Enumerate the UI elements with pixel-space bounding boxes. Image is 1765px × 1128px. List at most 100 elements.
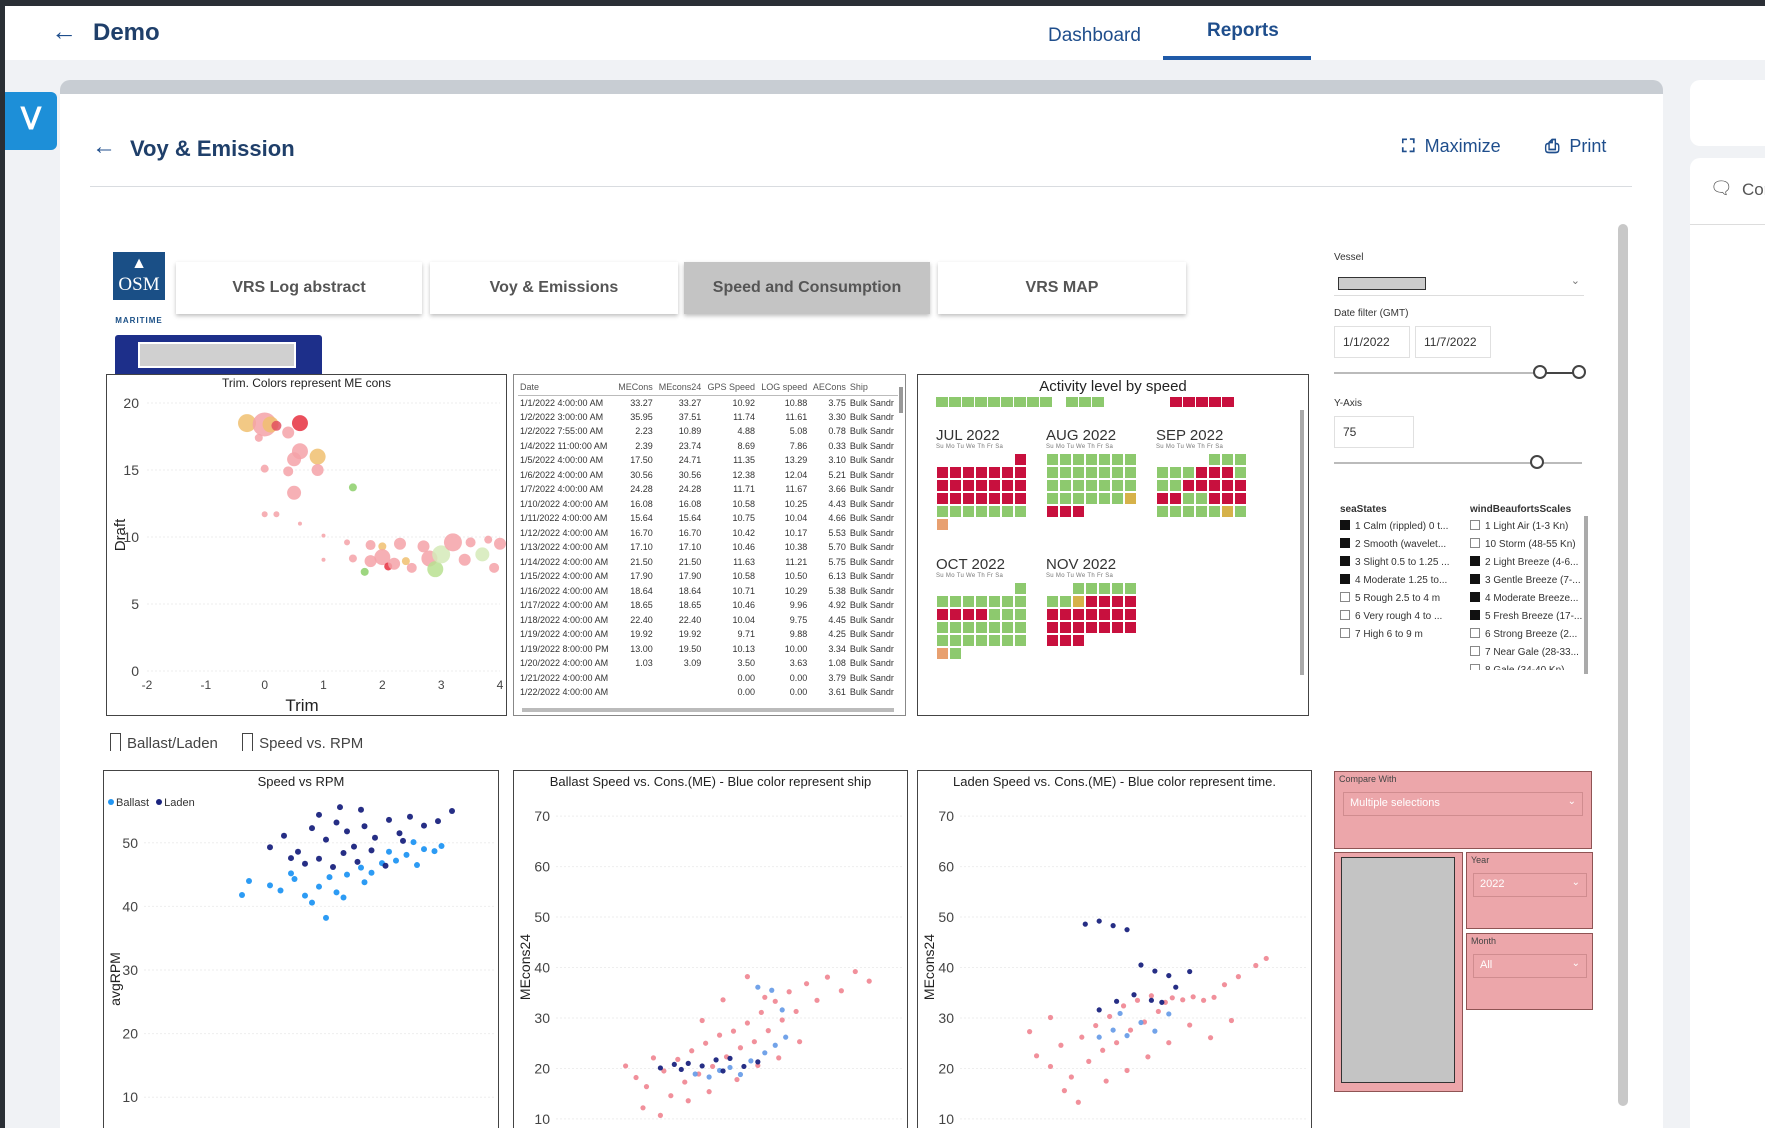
table-row[interactable]: 1/10/2022 4:00:00 AM 16.08 16.08 10.58 10.25… (518, 497, 898, 512)
yaxis-input[interactable]: 75 (1334, 416, 1414, 448)
calendar-day-cell[interactable] (975, 595, 988, 608)
calendar-day-cell[interactable] (1046, 621, 1059, 634)
compare-with-dropdown[interactable]: Multiple selections ⌄ (1343, 792, 1583, 816)
calendar-day-cell[interactable] (1169, 505, 1182, 518)
scatter-point[interactable] (287, 452, 302, 467)
page-tab-voy-emissions[interactable]: Voy & Emissions (430, 262, 678, 314)
scatter-point[interactable] (368, 869, 375, 876)
calendar-day-cell[interactable] (1182, 466, 1195, 479)
calendar-day-cell[interactable] (949, 608, 962, 621)
calendar-day-cell[interactable] (988, 466, 1001, 479)
library-icon[interactable]: Ⅴ (5, 92, 57, 150)
checkbox-icon[interactable] (1470, 646, 1480, 656)
calendar-day-cell[interactable] (1001, 466, 1014, 479)
scatter-point[interactable] (288, 870, 294, 877)
table-row[interactable]: 1/15/2022 4:00:00 AM 17.90 17.90 10.58 10.50… (518, 569, 898, 584)
scatter-point[interactable] (772, 998, 778, 1004)
scatter-point[interactable] (323, 914, 329, 921)
scatter-point[interactable] (866, 978, 872, 984)
scatter-point[interactable] (1235, 974, 1241, 980)
calendar-day-cell[interactable] (962, 479, 975, 492)
calendar-day-cell[interactable] (1208, 453, 1221, 466)
tab-dashboard[interactable]: Dashboard (1048, 25, 1141, 47)
calendar-day-cell[interactable] (962, 608, 975, 621)
scatter-point[interactable] (1096, 918, 1102, 924)
scatter-point[interactable] (786, 989, 792, 995)
scatter-point[interactable] (1134, 997, 1141, 1003)
calendar-day-cell[interactable] (1001, 608, 1014, 621)
checkbox-icon[interactable] (1340, 610, 1350, 620)
calendar-day-cell[interactable] (1001, 595, 1014, 608)
table-row[interactable]: 1/20/2022 4:00:00 AM 1.03 3.09 3.50 3.63 1.08… (518, 656, 898, 671)
scatter-point[interactable] (431, 848, 438, 855)
calendar-day-cell[interactable] (1098, 582, 1111, 595)
calendar-day-cell[interactable] (1208, 479, 1221, 492)
scatter-point[interactable] (1148, 993, 1154, 999)
scatter-point[interactable] (333, 889, 340, 896)
calendar-day-cell[interactable] (1072, 453, 1085, 466)
table-row[interactable]: 1/13/2022 4:00:00 AM 17.10 17.10 10.46 10.38… (518, 540, 898, 555)
scatter-point[interactable] (1180, 997, 1186, 1003)
scatter-point[interactable] (1082, 921, 1088, 927)
calendar-day-cell[interactable] (1221, 492, 1234, 505)
calendar-day-cell[interactable] (1098, 492, 1111, 505)
calendar-day-cell[interactable] (1066, 397, 1078, 407)
scatter-point[interactable] (323, 836, 329, 843)
calendar-day-cell[interactable] (1014, 595, 1027, 608)
calendar-day-cell[interactable] (1046, 453, 1059, 466)
scatter-point[interactable] (277, 887, 284, 894)
calendar-day-cell[interactable] (936, 397, 948, 407)
calendar-day-cell[interactable] (1098, 479, 1111, 492)
table-row[interactable]: 1/16/2022 4:00:00 AM 18.64 18.64 10.71 10.29… (518, 584, 898, 599)
calendar-day-cell[interactable] (936, 492, 949, 505)
scatter-point[interactable] (1061, 1088, 1067, 1094)
calendar-day-cell[interactable] (988, 634, 1001, 647)
calendar-day-cell[interactable] (1169, 479, 1182, 492)
scatter-point[interactable] (484, 535, 493, 544)
scatter-point[interactable] (699, 1017, 705, 1024)
calendar-day-cell[interactable] (1059, 453, 1072, 466)
activity-calendar[interactable]: Activity level by speed JUL 2022 Su Mo Tu… (917, 374, 1309, 716)
calendar-day-cell[interactable] (988, 608, 1001, 621)
scatter-point[interactable] (1096, 1034, 1102, 1040)
table-column-header[interactable]: Date (518, 379, 615, 396)
scatter-point[interactable] (333, 819, 340, 826)
scatter-point[interactable] (321, 557, 326, 562)
scatter-point[interactable] (779, 1007, 785, 1013)
table-column-header[interactable]: LOG speed (757, 379, 810, 396)
page-tab-vrs-log-abstract[interactable]: VRS Log abstract (176, 262, 422, 314)
calendar-day-cell[interactable] (975, 397, 987, 407)
scatter-point[interactable] (640, 1105, 646, 1111)
scatter-point[interactable] (330, 863, 336, 870)
filter-checkbox-item[interactable]: 2 Light Breeze (4-6... (1470, 556, 1586, 574)
tab-reports[interactable]: Reports (1207, 20, 1279, 42)
scatter-point[interactable] (1148, 997, 1154, 1003)
scatter-point[interactable] (1107, 1013, 1113, 1020)
scatter-point[interactable] (727, 1055, 733, 1061)
scatter-point[interactable] (720, 997, 726, 1003)
calendar-day-cell[interactable] (1169, 466, 1182, 479)
scatter-point[interactable] (1047, 1063, 1054, 1070)
scatter-point[interactable] (803, 981, 810, 987)
table-row[interactable]: 1/14/2022 4:00:00 AM 21.50 21.50 11.63 11.21… (518, 555, 898, 570)
calendar-day-cell[interactable] (975, 466, 988, 479)
calendar-day-cell[interactable] (1014, 397, 1026, 407)
calendar-day-cell[interactable] (975, 634, 988, 647)
calendar-day-cell[interactable] (1221, 453, 1234, 466)
checkbox-icon[interactable] (1470, 664, 1480, 670)
scatter-point[interactable] (365, 540, 376, 551)
calendar-day-cell[interactable] (1156, 505, 1169, 518)
scatter-point[interactable] (1211, 994, 1217, 1000)
calendar-day-cell[interactable] (936, 647, 949, 660)
calendar-day-cell[interactable] (1124, 608, 1137, 621)
scatter-point[interactable] (1190, 994, 1196, 1000)
calendar-day-cell[interactable] (962, 595, 975, 608)
checkbox-icon[interactable] (1470, 520, 1480, 530)
scatter-point[interactable] (755, 1059, 761, 1065)
comments-label[interactable]: Cor (1742, 180, 1765, 200)
scatter-point[interactable] (340, 894, 347, 901)
report-back-arrow-icon[interactable]: ← (92, 133, 116, 161)
calendar-day-cell[interactable] (936, 479, 949, 492)
scatter-point[interactable] (797, 1039, 803, 1045)
calendar-day-cell[interactable] (1059, 505, 1072, 518)
